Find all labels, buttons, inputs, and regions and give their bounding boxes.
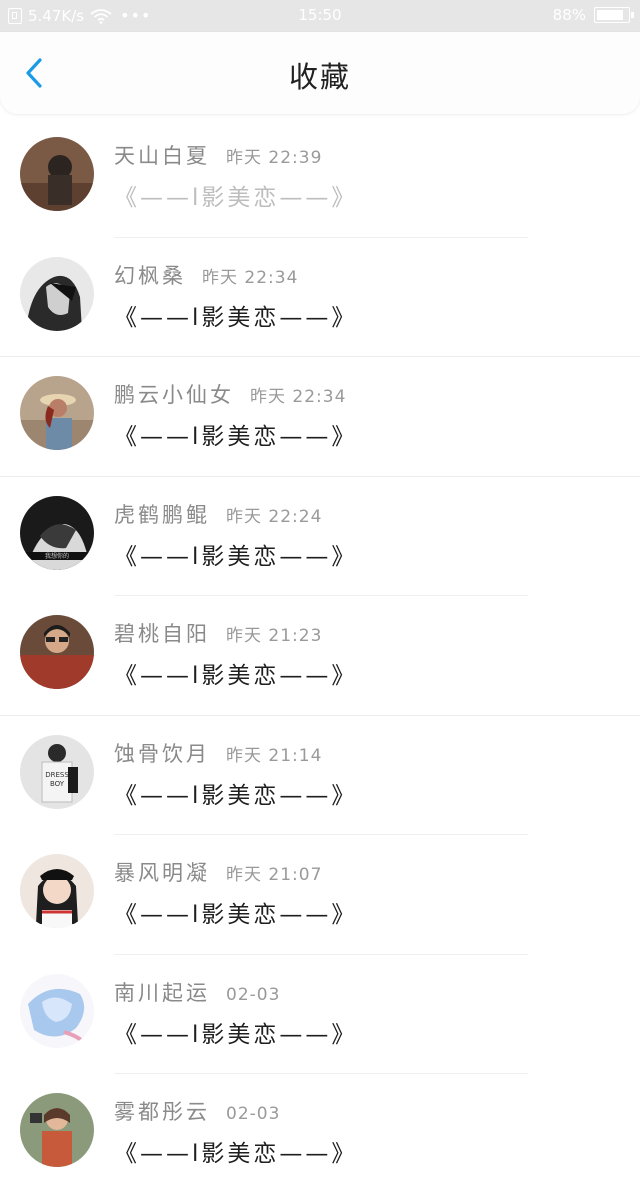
avatar[interactable] [20,376,94,450]
user-name[interactable]: 鹏云小仙女 [114,379,234,409]
user-name[interactable]: 雾都彤云 [114,1096,210,1126]
list-item[interactable]: 幻枫桑 昨天 22:34 《——l影美恋——》 [0,238,640,357]
list-item[interactable]: 南川起运 02-03 《——l影美恋——》 [0,955,640,1074]
post-time: 昨天 22:24 [226,506,323,527]
user-name[interactable]: 虎鹤鹏鲲 [114,499,210,529]
post-time: 昨天 22:34 [202,267,299,288]
list-item[interactable]: DRESS BOY 蚀骨饮月 昨天 21:14 《——l影美恋——》 [0,716,640,835]
battery-percent: 88% [552,6,586,24]
avatar[interactable]: DRESS BOY [20,734,94,809]
item-title[interactable]: 《——l影美恋——》 [114,298,357,332]
name-line: 暴风明凝 昨天 21:07 [114,857,322,887]
user-name[interactable]: 碧桃自阳 [114,618,210,648]
svg-text:BOY: BOY [50,780,65,788]
name-line: 蚀骨饮月 昨天 21:14 [114,738,322,768]
post-time: 昨天 22:34 [250,387,347,407]
list-item[interactable]: 暴风明凝 昨天 21:07 《——l影美恋——》 [0,835,640,955]
post-time: 昨天 22:39 [226,148,323,168]
item-title[interactable]: 《——l影美恋——》 [114,178,357,212]
avatar[interactable] [20,854,94,928]
list-item[interactable]: 碧桃自阳 昨天 21:23 《——l影美恋——》 [0,596,640,716]
avatar[interactable]: 我想你的 [20,495,94,570]
item-title[interactable]: 《——l影美恋——》 [114,776,357,810]
status-bar: 5.47K/s ••• 15:50 88% [0,0,640,32]
avatar[interactable] [20,615,94,689]
post-time: 02-03 [226,1104,281,1124]
item-title[interactable]: 《——l影美恋——》 [114,1015,357,1049]
list-item[interactable]: 鹏云小仙女 昨天 22:34 《——l影美恋——》 [0,357,640,477]
avatar[interactable] [20,137,94,211]
name-line: 鹏云小仙女 昨天 22:34 [114,379,346,409]
user-name[interactable]: 蚀骨饮月 [114,738,210,768]
favorites-list: 天山白夏 昨天 22:39 《——l影美恋——》 幻枫桑 昨天 22:34 《——l影美恋… [0,118,640,1194]
status-time: 15:50 [298,6,342,24]
avatar[interactable] [20,256,94,331]
item-title[interactable]: 《——l影美恋——》 [114,417,357,451]
svg-text:我想你的: 我想你的 [45,552,69,560]
battery-icon [594,7,634,23]
post-time: 02-03 [226,984,281,1005]
status-right: 88% [552,6,634,24]
post-time: 昨天 21:23 [226,626,323,646]
user-name[interactable]: 南川起运 [114,977,210,1007]
item-title[interactable]: 《——l影美恋——》 [114,895,357,929]
user-name[interactable]: 天山白夏 [114,140,210,170]
list-item[interactable]: 雾都彤云 02-03 《——l影美恋——》 [0,1074,640,1194]
user-name[interactable]: 幻枫桑 [114,260,186,290]
svg-text:DRESS: DRESS [45,771,69,779]
post-time: 昨天 21:07 [226,865,323,885]
list-item[interactable]: 我想你的 虎鹤鹏鲲 昨天 22:24 《——l影美恋——》 [0,477,640,596]
name-line: 幻枫桑 昨天 22:34 [114,260,298,290]
item-title[interactable]: 《——l影美恋——》 [114,537,357,571]
item-title[interactable]: 《——l影美恋——》 [114,1134,357,1168]
list-item[interactable]: 天山白夏 昨天 22:39 《——l影美恋——》 [0,118,640,238]
user-name[interactable]: 暴风明凝 [114,857,210,887]
nav-header: 收藏 [0,32,640,114]
name-line: 雾都彤云 02-03 [114,1096,280,1126]
avatar[interactable] [20,1093,94,1167]
name-line: 虎鹤鹏鲲 昨天 22:24 [114,499,322,529]
avatar[interactable] [20,973,94,1048]
post-time: 昨天 21:14 [226,745,323,766]
page-title: 收藏 [288,60,351,94]
item-title[interactable]: 《——l影美恋——》 [114,656,357,690]
name-line: 碧桃自阳 昨天 21:23 [114,618,322,648]
name-line: 天山白夏 昨天 22:39 [114,140,322,170]
name-line: 南川起运 02-03 [114,977,280,1007]
